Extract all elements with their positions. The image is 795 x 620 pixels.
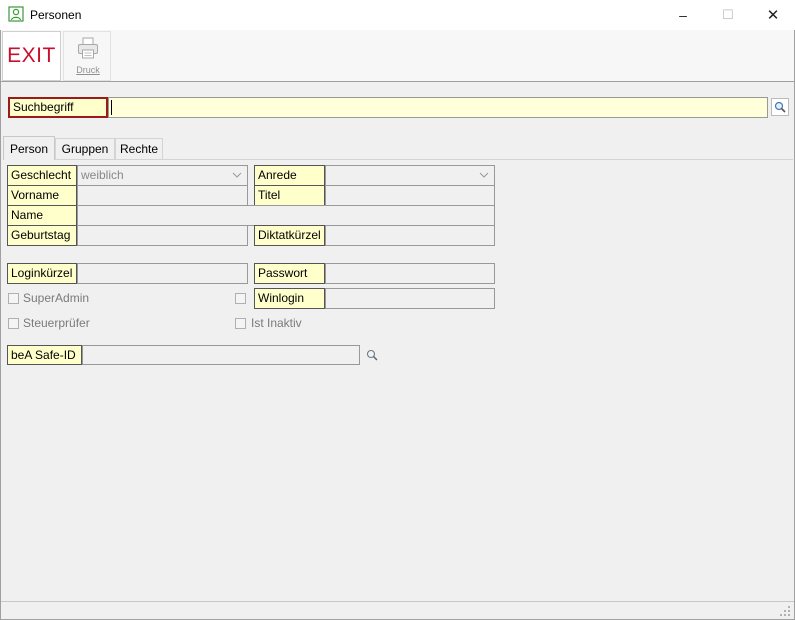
geschlecht-label: Geschlecht — [7, 165, 77, 186]
superadmin-checkbox[interactable] — [8, 293, 19, 304]
person-icon — [8, 6, 24, 22]
tab-gruppen[interactable]: Gruppen — [55, 138, 115, 159]
superadmin-label: SuperAdmin — [23, 291, 90, 305]
tab-person-label: Person — [9, 141, 49, 156]
exit-label: EXIT — [7, 44, 56, 67]
winlogin-checkbox[interactable] — [235, 293, 246, 304]
window-title: Personen — [30, 8, 82, 22]
personen-window — [0, 0, 795, 620]
passwort-input[interactable] — [325, 263, 495, 284]
geburtstag-label: Geburtstag — [7, 225, 77, 246]
minimize-button[interactable]: – — [660, 0, 706, 30]
anrede-label: Anrede — [254, 165, 325, 186]
maximize-button[interactable]: ☐ — [705, 0, 751, 30]
druck-button[interactable]: Druck — [63, 31, 111, 81]
name-input[interactable] — [77, 205, 495, 226]
diktatkuerzel-label: Diktatkürzel — [254, 225, 325, 246]
geschlecht-value: weiblich — [81, 168, 124, 182]
passwort-label: Passwort — [254, 263, 325, 284]
tab-gruppen-label: Gruppen — [61, 142, 109, 156]
vorname-label: Vorname — [7, 185, 77, 206]
anrede-select[interactable] — [325, 165, 495, 186]
chevron-down-icon — [231, 169, 243, 184]
loginkuerzel-input[interactable] — [77, 263, 248, 284]
bea-search-button[interactable] — [363, 346, 381, 364]
geschlecht-select[interactable]: weiblich — [77, 165, 248, 186]
winlogin-label: Winlogin — [254, 288, 325, 309]
tab-strip-line — [55, 159, 793, 160]
printer-icon — [76, 36, 100, 60]
maximize-icon: ☐ — [722, 7, 734, 22]
magnifier-icon — [774, 101, 786, 113]
toolbar — [1, 30, 794, 82]
tab-rechte-label: Rechte — [119, 142, 159, 156]
steuerpruefer-checkbox[interactable] — [8, 318, 19, 329]
geburtstag-input[interactable] — [77, 225, 248, 246]
chevron-down-icon — [478, 169, 490, 184]
bea-safe-id-input[interactable] — [82, 345, 360, 365]
vorname-input[interactable] — [77, 185, 248, 206]
tab-person[interactable]: Person — [3, 136, 55, 160]
search-button[interactable] — [771, 98, 789, 116]
bea-safe-id-label: beA Safe-ID — [7, 345, 82, 365]
close-button[interactable]: ✕ — [750, 0, 795, 30]
druck-label: Druck — [76, 65, 100, 75]
steuerpruefer-label: Steuerprüfer — [23, 316, 90, 330]
suchbegriff-label: Suchbegriff — [8, 97, 108, 118]
resize-grip-icon[interactable] — [779, 605, 791, 617]
tab-rechte[interactable]: Rechte — [115, 138, 163, 159]
name-label: Name — [7, 205, 77, 226]
minimize-icon: – — [679, 7, 687, 23]
search-input[interactable] — [108, 97, 768, 118]
status-bar — [1, 601, 794, 619]
ist-inaktiv-checkbox[interactable] — [235, 318, 246, 329]
text-caret — [111, 100, 112, 115]
winlogin-input[interactable] — [325, 288, 495, 309]
close-icon: ✕ — [766, 7, 780, 24]
titel-input[interactable] — [325, 185, 495, 206]
ist-inaktiv-label: Ist Inaktiv — [251, 316, 302, 330]
magnifier-icon — [366, 349, 378, 361]
diktatkuerzel-input[interactable] — [325, 225, 495, 246]
titel-label: Titel — [254, 185, 325, 206]
exit-button[interactable]: EXIT — [2, 31, 61, 81]
loginkuerzel-label: Loginkürzel — [7, 263, 77, 284]
